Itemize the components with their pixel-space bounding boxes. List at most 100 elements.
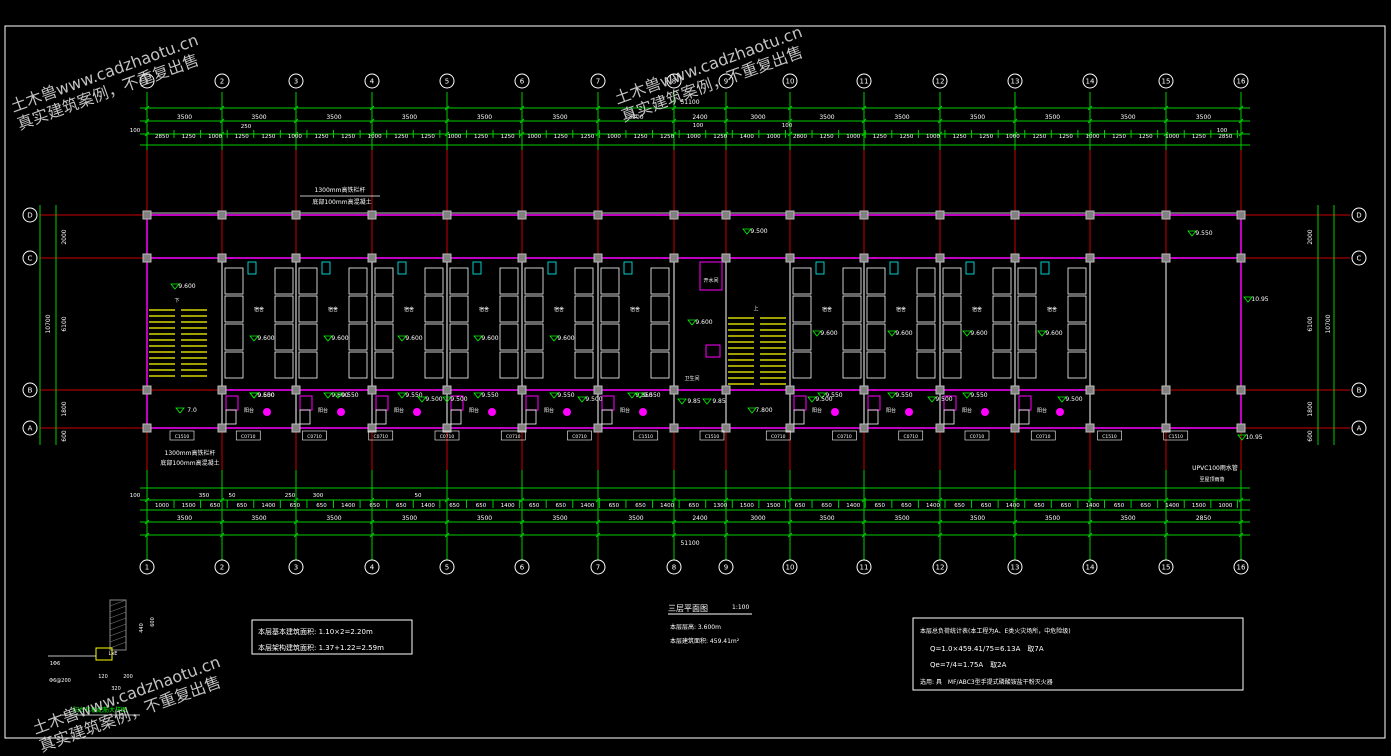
small-dim: 100 <box>782 123 793 129</box>
top-bay-dim: 3500 <box>177 114 192 121</box>
room-label: 宿舍 <box>479 306 489 313</box>
railing-note-top: 1300mm高铁栏杆 <box>315 186 366 194</box>
bottom-bay-dim: 3500 <box>628 515 643 522</box>
top-sub-dim: 1000 <box>1165 134 1179 140</box>
axis-number: 1 <box>145 564 149 572</box>
bottom-sub-dim: 1500 <box>1192 503 1206 509</box>
column <box>1161 253 1171 263</box>
door-label: C0710 <box>440 434 455 440</box>
level-value: 9.500 <box>425 396 442 403</box>
bottom-sub-dim: 650 <box>1140 503 1151 509</box>
bottom-sub-dim: 650 <box>316 503 327 509</box>
right-dim: 600 <box>1307 430 1314 442</box>
bottom-sub-dim: 1000 <box>155 503 169 509</box>
column <box>593 423 603 433</box>
bottom-sub-dim: 650 <box>449 503 460 509</box>
electric-line-1: 本层总负荷统计表(本工程为A、E类火灾场所，中危险级) <box>920 628 1071 635</box>
axis-number: 8 <box>672 564 676 572</box>
top-sub-dim: 1250 <box>1139 134 1153 140</box>
top-sub-dim: 1250 <box>953 134 967 140</box>
axis-number: 10 <box>786 564 795 572</box>
axis-number: 12 <box>936 78 945 86</box>
detail-label: 600 <box>150 617 156 627</box>
balcony-label: 阳台 <box>469 407 479 414</box>
axis-number: 5 <box>445 78 449 86</box>
top-sub-dim: 1250 <box>634 134 648 140</box>
level-value: 9.85 <box>687 398 701 405</box>
bottom-sub-dim: 1400 <box>660 503 674 509</box>
basin-icon <box>563 408 571 416</box>
basin-icon <box>905 408 913 416</box>
level-value: 9.600 <box>820 330 837 337</box>
top-sub-dim: 1000 <box>1085 134 1099 140</box>
door-label: C0710 <box>771 434 786 440</box>
electric-line-4: 选用: 具 MF/ABC3型手提式磷酸铵盐干粉灭火器 <box>920 679 1053 686</box>
column <box>593 253 603 263</box>
level-value: 9.600 <box>178 283 195 290</box>
axis-number: 9 <box>724 564 728 572</box>
plan-area: 本层建筑面积: 459.41m² <box>670 638 740 645</box>
top-bay-dim: 3500 <box>251 114 266 121</box>
balcony-label: 阳台 <box>544 407 554 414</box>
top-bay-dim: 3500 <box>552 114 567 121</box>
top-sub-dim: 1000 <box>607 134 621 140</box>
small-dim: 100 <box>693 123 704 129</box>
level-value: 9.500 <box>935 396 952 403</box>
small-dim: 250 <box>241 124 252 130</box>
column <box>217 253 227 263</box>
door-label: C0710 <box>241 434 256 440</box>
small-dim: 350 <box>199 493 210 499</box>
room-label: 宿舍 <box>896 306 906 313</box>
top-bay-dim: 3500 <box>894 114 909 121</box>
electric-line-3: Qe=7/4=1.75A 取2A <box>930 661 1007 669</box>
level-value: 10.95 <box>1245 434 1262 441</box>
column <box>517 385 527 395</box>
top-sub-dim: 1000 <box>368 134 382 140</box>
axis-number: 5 <box>445 564 449 572</box>
room-label: 宿舍 <box>554 306 564 313</box>
bottom-sub-dim: 1500 <box>182 503 196 509</box>
top-sub-dim: 1250 <box>713 134 727 140</box>
top-sub-dim: 1250 <box>1192 134 1206 140</box>
basin-icon <box>263 408 271 416</box>
axis-number: 13 <box>1011 78 1020 86</box>
railing-note-bottom: 1300mm高铁栏杆 <box>165 449 216 457</box>
level-value: 9.550 <box>257 392 274 399</box>
bottom-bay-dim: 3500 <box>970 515 985 522</box>
bottom-sub-dim: 1400 <box>1165 503 1179 509</box>
plan-height: 本层层高: 3.600m <box>670 624 721 631</box>
detail-label: 1Φ6 <box>50 661 60 667</box>
basin-icon <box>981 408 989 416</box>
top-sub-dim: 1250 <box>660 134 674 140</box>
column <box>1010 253 1020 263</box>
axis-number: 2 <box>220 564 224 572</box>
axis-letter: B <box>1357 387 1362 395</box>
top-sub-dim: 1000 <box>687 134 701 140</box>
column <box>1085 385 1095 395</box>
electric-line-2: Q=1.0×459.41/75=6.13A 取7A <box>930 645 1044 653</box>
axis-number: 3 <box>294 78 298 86</box>
axis-letter: A <box>28 425 33 433</box>
water-room-label: 开水间 <box>703 277 718 284</box>
column <box>935 253 945 263</box>
toilet-label: 卫生间 <box>684 375 699 382</box>
bottom-bay-dim: 2850 <box>1196 515 1211 522</box>
door-label: C0710 <box>1036 434 1051 440</box>
column <box>859 210 869 220</box>
axis-letter: B <box>28 387 33 395</box>
bottom-bay-dim: 3500 <box>819 515 834 522</box>
axis-number: 16 <box>1237 78 1246 86</box>
top-sub-dim: 1250 <box>261 134 275 140</box>
bottom-sub-dim: 650 <box>396 503 407 509</box>
level-value: 9.550 <box>970 392 987 399</box>
top-sub-dim: 1000 <box>447 134 461 140</box>
small-dim: 100 <box>130 128 141 134</box>
level-value: 9.550 <box>643 392 660 399</box>
balcony-label: 阳台 <box>318 407 328 414</box>
column <box>1010 385 1020 395</box>
level-value: 9.550 <box>405 392 422 399</box>
top-bay-dim: 3500 <box>1196 114 1211 121</box>
left-dim: 600 <box>61 430 68 442</box>
door-label: C0710 <box>572 434 587 440</box>
axis-number: 13 <box>1011 564 1020 572</box>
